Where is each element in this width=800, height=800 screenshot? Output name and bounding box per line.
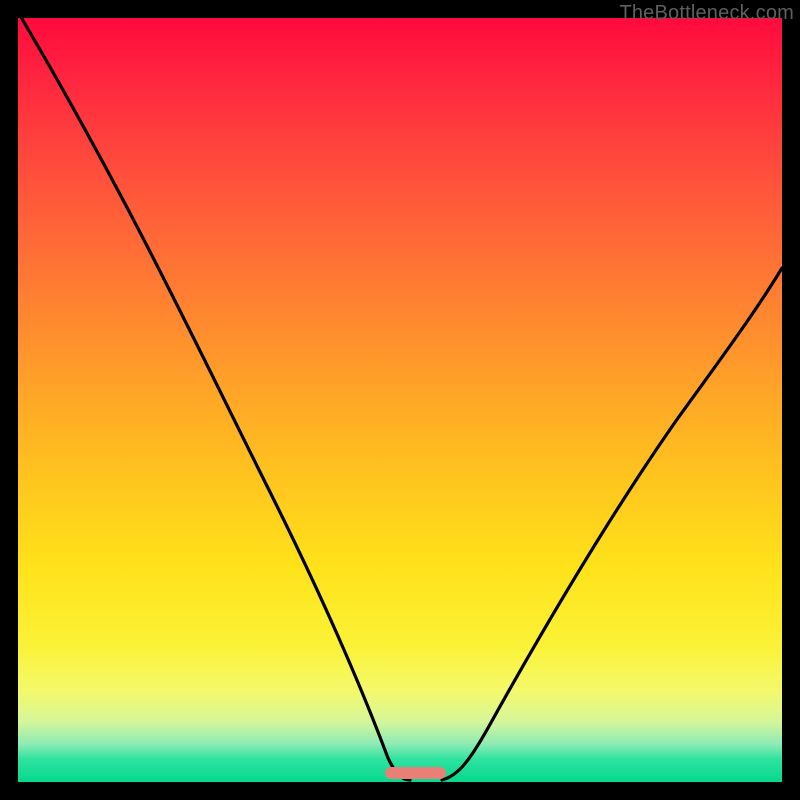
curve-left-branch bbox=[18, 18, 410, 780]
minimum-marker bbox=[385, 767, 446, 779]
chart-frame: TheBottleneck.com bbox=[0, 0, 800, 800]
curve-right-branch bbox=[442, 268, 782, 780]
bottleneck-curve bbox=[18, 18, 782, 782]
plot-area bbox=[18, 18, 782, 782]
